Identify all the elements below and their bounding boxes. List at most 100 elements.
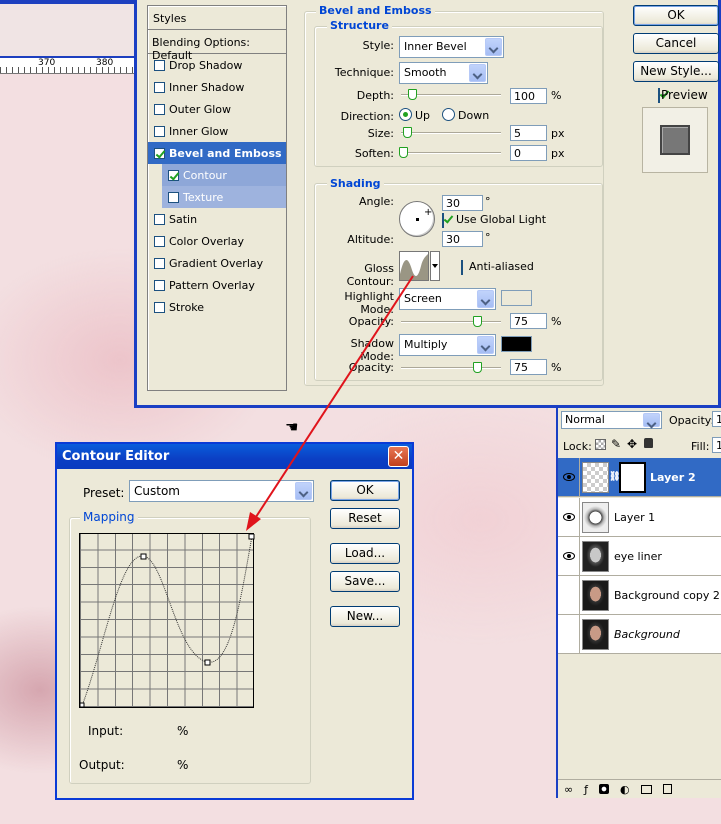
visibility-toggle[interactable]: [558, 497, 580, 537]
direction-up-label: Up: [415, 109, 431, 122]
checkbox[interactable]: [154, 125, 165, 137]
style-item-outer-glow[interactable]: Outer Glow: [148, 98, 286, 120]
checkbox[interactable]: [154, 257, 165, 269]
visibility-toggle[interactable]: [558, 457, 580, 497]
slider-thumb[interactable]: [473, 316, 482, 327]
style-item-color-overlay[interactable]: Color Overlay: [148, 230, 286, 252]
checkbox[interactable]: [154, 279, 165, 291]
soften-input[interactable]: 0: [510, 145, 547, 161]
style-item-inner-glow[interactable]: Inner Glow: [148, 120, 286, 142]
shadow-opacity-input[interactable]: 75: [510, 359, 547, 375]
checkbox[interactable]: [154, 301, 165, 313]
style-item-inner-shadow[interactable]: Inner Shadow: [148, 76, 286, 98]
checkbox[interactable]: [154, 103, 165, 115]
contour-new-button[interactable]: New...: [330, 606, 400, 627]
layer-row[interactable]: eye liner: [558, 536, 721, 576]
style-item-bevel-and-emboss[interactable]: Bevel and Emboss: [148, 142, 286, 164]
preset-select[interactable]: Custom: [129, 480, 314, 502]
contour-save-button[interactable]: Save...: [330, 571, 400, 592]
use-global-light-checkbox[interactable]: [442, 213, 444, 228]
fill-input[interactable]: 1: [712, 437, 721, 453]
lock-transparency-icon[interactable]: [595, 439, 606, 450]
style-item-contour[interactable]: Contour: [162, 164, 286, 186]
gloss-contour-swatch[interactable]: [399, 251, 429, 281]
shadow-color-swatch[interactable]: [501, 336, 532, 352]
visibility-toggle[interactable]: [558, 614, 580, 654]
style-select-value: Inner Bevel: [404, 40, 467, 53]
contour-ok-button[interactable]: OK: [330, 480, 400, 501]
checkbox[interactable]: [154, 213, 165, 225]
styles-header[interactable]: Styles: [148, 6, 286, 30]
new-group-icon[interactable]: [640, 784, 652, 794]
checkbox[interactable]: [168, 169, 179, 181]
layer-opacity-input[interactable]: 10: [712, 411, 721, 427]
altitude-label: Altitude:: [347, 233, 394, 246]
contour-load-button[interactable]: Load...: [330, 543, 400, 564]
layer-row[interactable]: Background copy 2: [558, 575, 721, 615]
slider-thumb[interactable]: [473, 362, 482, 373]
lock-position-icon[interactable]: ✥: [627, 437, 637, 451]
style-item-label: Stroke: [169, 300, 205, 314]
contour-reset-button[interactable]: Reset: [330, 508, 400, 529]
new-style-button[interactable]: New Style...: [633, 61, 719, 82]
soften-slider[interactable]: [399, 147, 501, 158]
contour-graph[interactable]: [79, 533, 255, 709]
angle-input[interactable]: 30: [442, 195, 483, 211]
slider-thumb[interactable]: [403, 127, 412, 138]
visibility-toggle[interactable]: [558, 536, 580, 576]
style-item-satin[interactable]: Satin: [148, 208, 286, 230]
lock-all-icon[interactable]: [644, 438, 653, 448]
shadow-mode-select[interactable]: Multiply: [399, 334, 496, 356]
layer-row[interactable]: ⛓ Layer 2: [558, 457, 721, 497]
blend-mode-select[interactable]: Normal: [561, 411, 662, 429]
add-mask-icon[interactable]: [599, 784, 610, 794]
depth-slider[interactable]: [401, 89, 501, 100]
slider-thumb[interactable]: [399, 147, 408, 158]
highlight-opacity-slider[interactable]: [401, 316, 501, 327]
size-input[interactable]: 5: [510, 125, 547, 141]
close-icon[interactable]: ✕: [388, 446, 409, 467]
layer-row[interactable]: Background: [558, 614, 721, 654]
direction-down-radio[interactable]: [442, 108, 455, 121]
blending-options-item[interactable]: Blending Options: Default: [148, 30, 286, 62]
anti-aliased-checkbox[interactable]: [461, 260, 463, 275]
gloss-contour-dropdown[interactable]: [430, 251, 440, 281]
style-item-pattern-overlay[interactable]: Pattern Overlay: [148, 274, 286, 296]
direction-up-radio[interactable]: [399, 108, 412, 121]
style-item-texture[interactable]: Texture: [162, 186, 286, 208]
style-item-stroke[interactable]: Stroke: [148, 296, 286, 318]
shadow-opacity-label: Opacity:: [348, 361, 394, 374]
link-layers-icon[interactable]: ∞: [564, 783, 573, 796]
slider-thumb[interactable]: [408, 89, 417, 100]
checkbox[interactable]: [154, 81, 165, 93]
new-layer-icon[interactable]: [662, 784, 672, 794]
highlight-mode-select[interactable]: Screen: [399, 288, 496, 310]
highlight-opacity-input[interactable]: 75: [510, 313, 547, 329]
altitude-input[interactable]: 30: [442, 231, 483, 247]
style-item-label: Drop Shadow: [169, 58, 243, 72]
layer-row[interactable]: Layer 1: [558, 497, 721, 537]
lock-image-icon[interactable]: ✎: [611, 437, 621, 451]
size-slider[interactable]: [401, 127, 501, 138]
checkbox[interactable]: [168, 191, 179, 203]
ok-button[interactable]: OK: [633, 5, 719, 26]
highlight-color-swatch[interactable]: [501, 290, 532, 306]
angle-dial[interactable]: +: [399, 201, 435, 237]
preview-checkbox[interactable]: [658, 88, 660, 103]
contour-curve[interactable]: [80, 534, 255, 709]
depth-input[interactable]: 100: [510, 88, 547, 104]
checkbox[interactable]: [154, 235, 165, 247]
technique-select[interactable]: Smooth: [399, 62, 488, 84]
layer-style-icon[interactable]: ƒ: [584, 783, 588, 796]
opacity-label: Opacity:: [669, 414, 715, 427]
cancel-button[interactable]: Cancel: [633, 33, 719, 54]
eye-icon: [562, 513, 575, 521]
direction-down-label: Down: [458, 109, 490, 122]
shadow-opacity-slider[interactable]: [401, 362, 501, 373]
style-select[interactable]: Inner Bevel: [399, 36, 504, 58]
checkbox[interactable]: [154, 147, 165, 159]
visibility-toggle[interactable]: [558, 575, 580, 615]
style-item-gradient-overlay[interactable]: Gradient Overlay: [148, 252, 286, 274]
checkbox[interactable]: [154, 59, 165, 71]
adjustment-layer-icon[interactable]: ◐: [620, 783, 630, 796]
